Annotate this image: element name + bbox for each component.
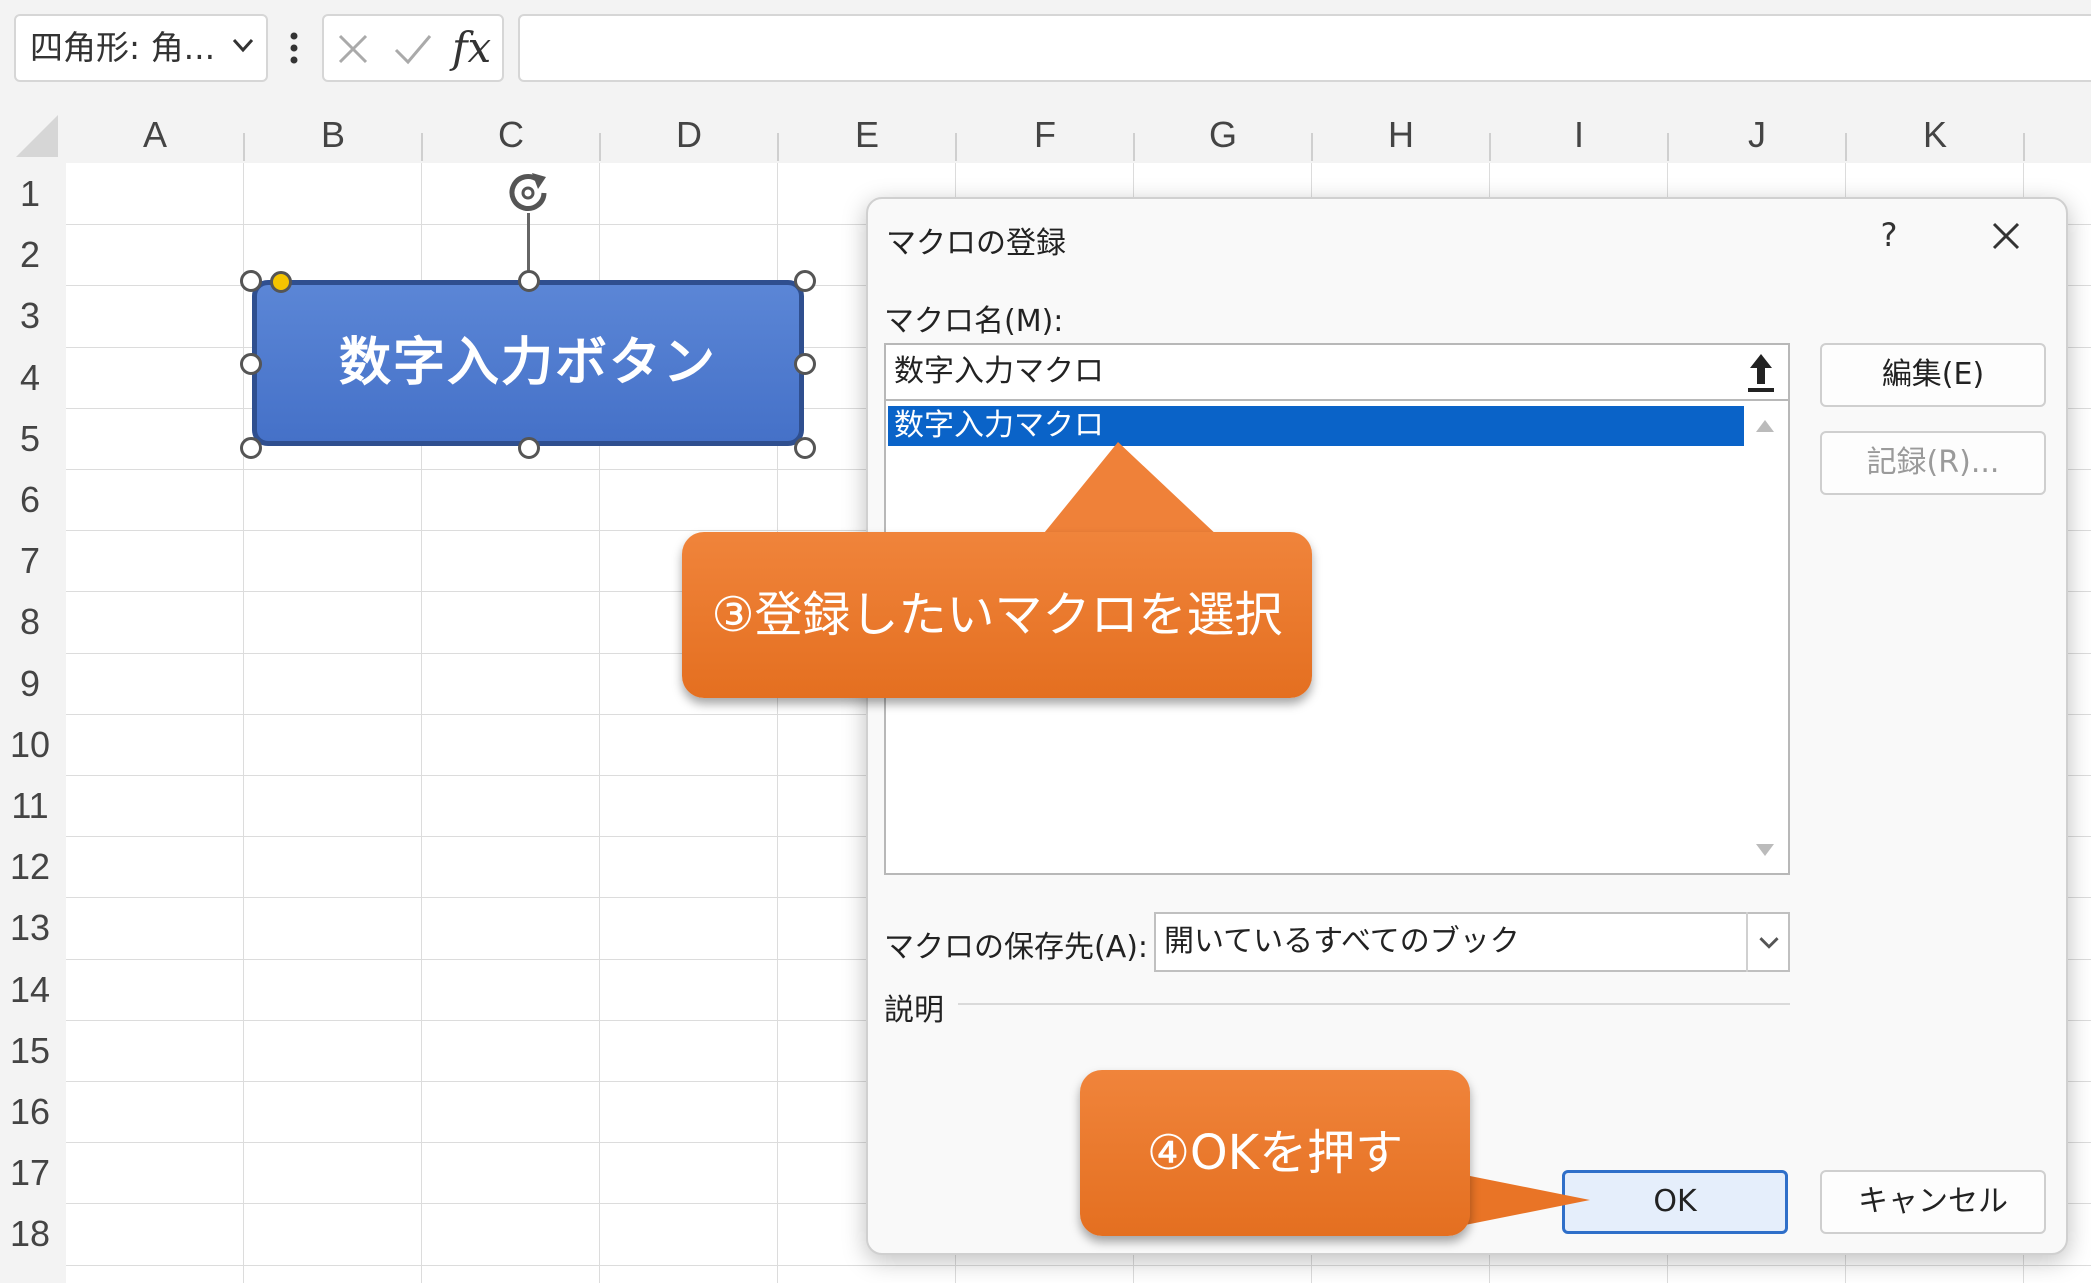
macro-storage-label: マクロの保存先(A): [884, 930, 1149, 965]
column-header[interactable]: C [422, 107, 600, 163]
scroll-up-icon[interactable] [1752, 416, 1778, 436]
resize-handle-top[interactable] [518, 270, 540, 292]
column-header[interactable]: I [1490, 107, 1668, 163]
help-button[interactable]: ? [1872, 212, 1906, 258]
row-header[interactable]: 11 [0, 775, 60, 836]
chevron-down-icon[interactable] [1746, 912, 1790, 972]
callout-step4: ④OKを押す [1080, 1070, 1470, 1236]
row-header[interactable]: 9 [0, 653, 60, 714]
chevron-down-icon[interactable] [228, 30, 258, 60]
description-label: 説明 [884, 993, 944, 1028]
formula-input[interactable] [518, 14, 2091, 82]
grid-hline [66, 1265, 2091, 1266]
row-header[interactable]: 4 [0, 347, 60, 408]
ok-button[interactable]: OK [1562, 1170, 1788, 1234]
edit-button[interactable]: 編集(E) [1820, 343, 2046, 407]
more-options-icon[interactable] [284, 30, 304, 66]
column-header[interactable]: A [66, 107, 244, 163]
column-header[interactable]: E [778, 107, 956, 163]
dialog-title: マクロの登録 [886, 226, 1066, 261]
insert-function-icon[interactable]: fx [452, 20, 500, 76]
column-header[interactable]: B [244, 107, 422, 163]
row-header[interactable]: 18 [0, 1203, 60, 1264]
select-all-corner[interactable] [0, 107, 66, 163]
row-header[interactable]: 2 [0, 224, 60, 285]
cancel-button[interactable]: キャンセル [1820, 1170, 2046, 1234]
resize-handle-bottom-right[interactable] [794, 437, 816, 459]
rotate-handle-icon[interactable] [500, 163, 560, 223]
resize-handle-left[interactable] [240, 353, 262, 375]
row-header[interactable]: 5 [0, 408, 60, 469]
row-header[interactable]: 14 [0, 959, 60, 1020]
resize-handle-top-left[interactable] [240, 270, 262, 292]
resize-handle-right[interactable] [794, 353, 816, 375]
row-header[interactable]: 17 [0, 1142, 60, 1203]
macro-list-item-selected[interactable]: 数字入力マクロ [888, 406, 1744, 446]
column-header[interactable]: F [956, 107, 1134, 163]
macro-name-label: マクロ名(M): [884, 304, 1064, 339]
shape-adjust-handle[interactable] [270, 271, 292, 293]
grid-vline [243, 163, 244, 1283]
row-header[interactable]: 10 [0, 714, 60, 775]
row-header[interactable]: 8 [0, 591, 60, 652]
column-separator [2023, 133, 2025, 161]
description-divider [958, 1003, 1790, 1005]
row-header[interactable]: 16 [0, 1081, 60, 1142]
collapse-dialog-icon[interactable] [1736, 346, 1786, 398]
resize-handle-bottom[interactable] [518, 437, 540, 459]
callout-step3: ③登録したいマクロを選択 [682, 532, 1312, 698]
column-header[interactable]: D [600, 107, 778, 163]
close-icon[interactable] [1986, 216, 2026, 256]
check-icon[interactable] [392, 30, 434, 68]
row-header[interactable]: 12 [0, 836, 60, 897]
macro-name-input[interactable]: 数字入力マクロ [884, 343, 1790, 401]
row-header[interactable]: 13 [0, 897, 60, 958]
column-header[interactable]: G [1134, 107, 1312, 163]
callout-pointer [1040, 442, 1220, 538]
column-header[interactable]: J [1668, 107, 1846, 163]
row-header[interactable]: 15 [0, 1020, 60, 1081]
row-header[interactable]: 3 [0, 285, 60, 346]
callout-pointer [1460, 1174, 1590, 1226]
column-header[interactable]: H [1312, 107, 1490, 163]
column-header[interactable]: K [1846, 107, 2024, 163]
row-header[interactable]: 6 [0, 469, 60, 530]
row-header[interactable]: 1 [0, 163, 60, 224]
scroll-down-icon[interactable] [1752, 840, 1778, 860]
macro-shape-button[interactable]: 数字入力ボタン [252, 280, 804, 446]
resize-handle-top-right[interactable] [794, 270, 816, 292]
row-header[interactable]: 7 [0, 530, 60, 591]
record-button[interactable]: 記録(R)... [1820, 431, 2046, 495]
cancel-icon[interactable] [334, 30, 372, 68]
macro-storage-select[interactable]: 開いているすべてのブック [1154, 912, 1790, 972]
resize-handle-bottom-left[interactable] [240, 437, 262, 459]
